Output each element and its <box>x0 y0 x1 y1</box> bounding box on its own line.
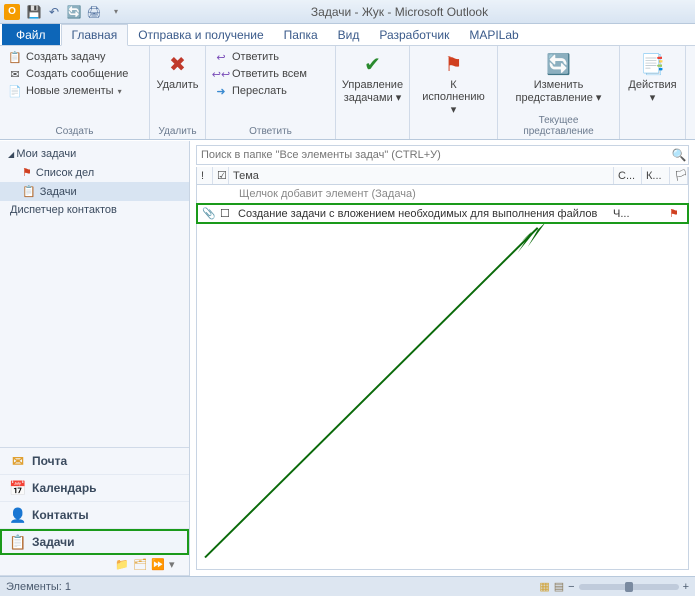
col-complete[interactable]: ☑ <box>213 167 229 184</box>
nav-tasks[interactable]: 📋 Задачи <box>0 182 189 201</box>
flag-icon: ⚑ <box>441 51 467 77</box>
nav-tasks-big[interactable]: 📋Задачи <box>0 529 189 555</box>
reply-icon: ↩ <box>214 50 228 64</box>
task-small-icon: 📋 <box>22 185 36 198</box>
new-task-button[interactable]: 📋Создать задачу <box>6 49 130 65</box>
task-subject: Создание задачи с вложением необходимых … <box>238 208 609 220</box>
ribbon: 📋Создать задачу ✉Создать сообщение 📄Новы… <box>0 46 695 140</box>
search-icon[interactable]: 🔍 <box>670 148 688 162</box>
forward-button[interactable]: ➜Переслать <box>212 83 309 99</box>
content-pane: 🔍 ! ☑ Тема С... К... 🏳 Щелчок добавит эл… <box>190 141 695 576</box>
view-reading-icon[interactable]: ▤ <box>554 580 564 593</box>
view-normal-icon[interactable]: ▦ <box>539 580 549 593</box>
task-row[interactable]: 📎 ☐ Создание задачи с вложением необходи… <box>196 203 689 224</box>
delete-icon: ✖ <box>165 51 191 77</box>
changeview-icon: 🔄 <box>546 51 572 77</box>
task-due: Ч... <box>613 208 637 220</box>
checkbox-icon[interactable]: ☐ <box>220 207 234 220</box>
followup-button[interactable]: ⚑ К исполнению ▾ <box>423 49 485 118</box>
folder-icon[interactable]: 🗂 <box>133 558 147 572</box>
search-box[interactable]: 🔍 <box>196 145 689 165</box>
zoom-slider[interactable] <box>579 584 679 590</box>
status-item-count: Элементы: 1 <box>6 581 71 593</box>
shortcuts-icon[interactable]: ⏩ <box>151 558 165 572</box>
manage-tasks-button[interactable]: ✔ Управление задачами ▾ <box>342 49 404 106</box>
mail-icon: ✉ <box>10 453 26 469</box>
zoom-in-icon[interactable]: + <box>683 581 689 593</box>
new-items-button[interactable]: 📄Новые элементы <box>6 83 130 99</box>
attachment-icon: 📎 <box>202 207 216 220</box>
delete-button[interactable]: ✖ Удалить <box>155 49 201 93</box>
newitems-icon: 📄 <box>8 84 22 98</box>
change-view-button[interactable]: 🔄 Изменить представление ▾ <box>514 49 604 106</box>
calendar-icon: 📅 <box>10 480 26 496</box>
status-bar: Элементы: 1 ▦ ▤ − + <box>0 576 695 596</box>
col-subject[interactable]: Тема <box>229 167 614 184</box>
nav-header-my-tasks[interactable]: Мои задачи <box>0 145 189 163</box>
tab-send-receive[interactable]: Отправка и получение <box>128 24 273 45</box>
search-input[interactable] <box>197 149 670 161</box>
flag-small-icon: ⚑ <box>22 166 32 179</box>
col-due[interactable]: С... <box>614 167 642 184</box>
nav-mail[interactable]: ✉Почта <box>0 448 189 475</box>
tab-home[interactable]: Главная <box>61 24 129 46</box>
tasks-icon: 📋 <box>10 534 26 550</box>
nav-contact-manager[interactable]: Диспетчер контактов <box>0 201 189 219</box>
new-message-button[interactable]: ✉Создать сообщение <box>6 66 130 82</box>
group-label-reply: Ответить <box>212 124 329 137</box>
outlook-logo-icon: O <box>4 4 20 20</box>
zoom-out-icon[interactable]: − <box>568 581 574 593</box>
qat-customize-icon[interactable]: ▾ <box>108 4 124 20</box>
nav-footer: 📁 🗂 ⏩ ▾ <box>0 555 189 576</box>
tab-folder[interactable]: Папка <box>274 24 328 45</box>
actions-button[interactable]: 📑 Действия ▾ <box>626 49 679 106</box>
col-importance[interactable]: ! <box>197 167 213 184</box>
window-title: Задачи - Жук - Microsoft Outlook <box>124 5 675 19</box>
tab-file[interactable]: Файл <box>2 24 60 45</box>
nav-calendar[interactable]: 📅Календарь <box>0 475 189 502</box>
group-label-create: Создать <box>6 124 143 137</box>
message-icon: ✉ <box>8 67 22 81</box>
undo-icon[interactable]: ↶ <box>46 4 62 20</box>
nav-options-icon[interactable]: ▾ <box>169 558 183 572</box>
tab-view[interactable]: Вид <box>328 24 370 45</box>
ribbon-tab-row: Файл Главная Отправка и получение Папка … <box>0 24 695 46</box>
task-icon: 📋 <box>8 50 22 64</box>
manage-tasks-icon: ✔ <box>360 51 386 77</box>
task-flag-icon[interactable]: ⚑ <box>669 207 683 220</box>
task-list-area <box>196 224 689 570</box>
annotation-arrow <box>197 224 688 569</box>
replyall-icon: ↩↩ <box>214 67 228 81</box>
reply-all-button[interactable]: ↩↩Ответить всем <box>212 66 309 82</box>
col-category[interactable]: К... <box>642 167 670 184</box>
qat-sendreceive-icon[interactable]: 🔄 <box>66 4 82 20</box>
navigation-pane: Мои задачи ⚑ Список дел 📋 Задачи Диспетч… <box>0 141 190 576</box>
save-icon[interactable]: 💾 <box>26 4 42 20</box>
forward-icon: ➜ <box>214 84 228 98</box>
nav-todo-list[interactable]: ⚑ Список дел <box>0 163 189 182</box>
column-header-row: ! ☑ Тема С... К... 🏳 <box>196 167 689 185</box>
qat-print-icon[interactable]: 🖨 <box>86 4 102 20</box>
tab-mapilab[interactable]: MAPILab <box>459 24 528 45</box>
group-label-view: Текущее представление <box>504 113 613 137</box>
contacts-icon: 👤 <box>10 507 26 523</box>
reply-button[interactable]: ↩Ответить <box>212 49 309 65</box>
notes-icon[interactable]: 📁 <box>115 558 129 572</box>
group-label-delete: Удалить <box>156 124 199 137</box>
nav-contacts[interactable]: 👤Контакты <box>0 502 189 529</box>
title-bar: O 💾 ↶ 🔄 🖨 ▾ Задачи - Жук - Microsoft Out… <box>0 0 695 24</box>
new-task-prompt[interactable]: Щелчок добавит элемент (Задача) <box>196 185 689 203</box>
col-flag[interactable]: 🏳 <box>670 167 688 184</box>
tab-developer[interactable]: Разработчик <box>369 24 459 45</box>
actions-icon: 📑 <box>640 51 666 77</box>
